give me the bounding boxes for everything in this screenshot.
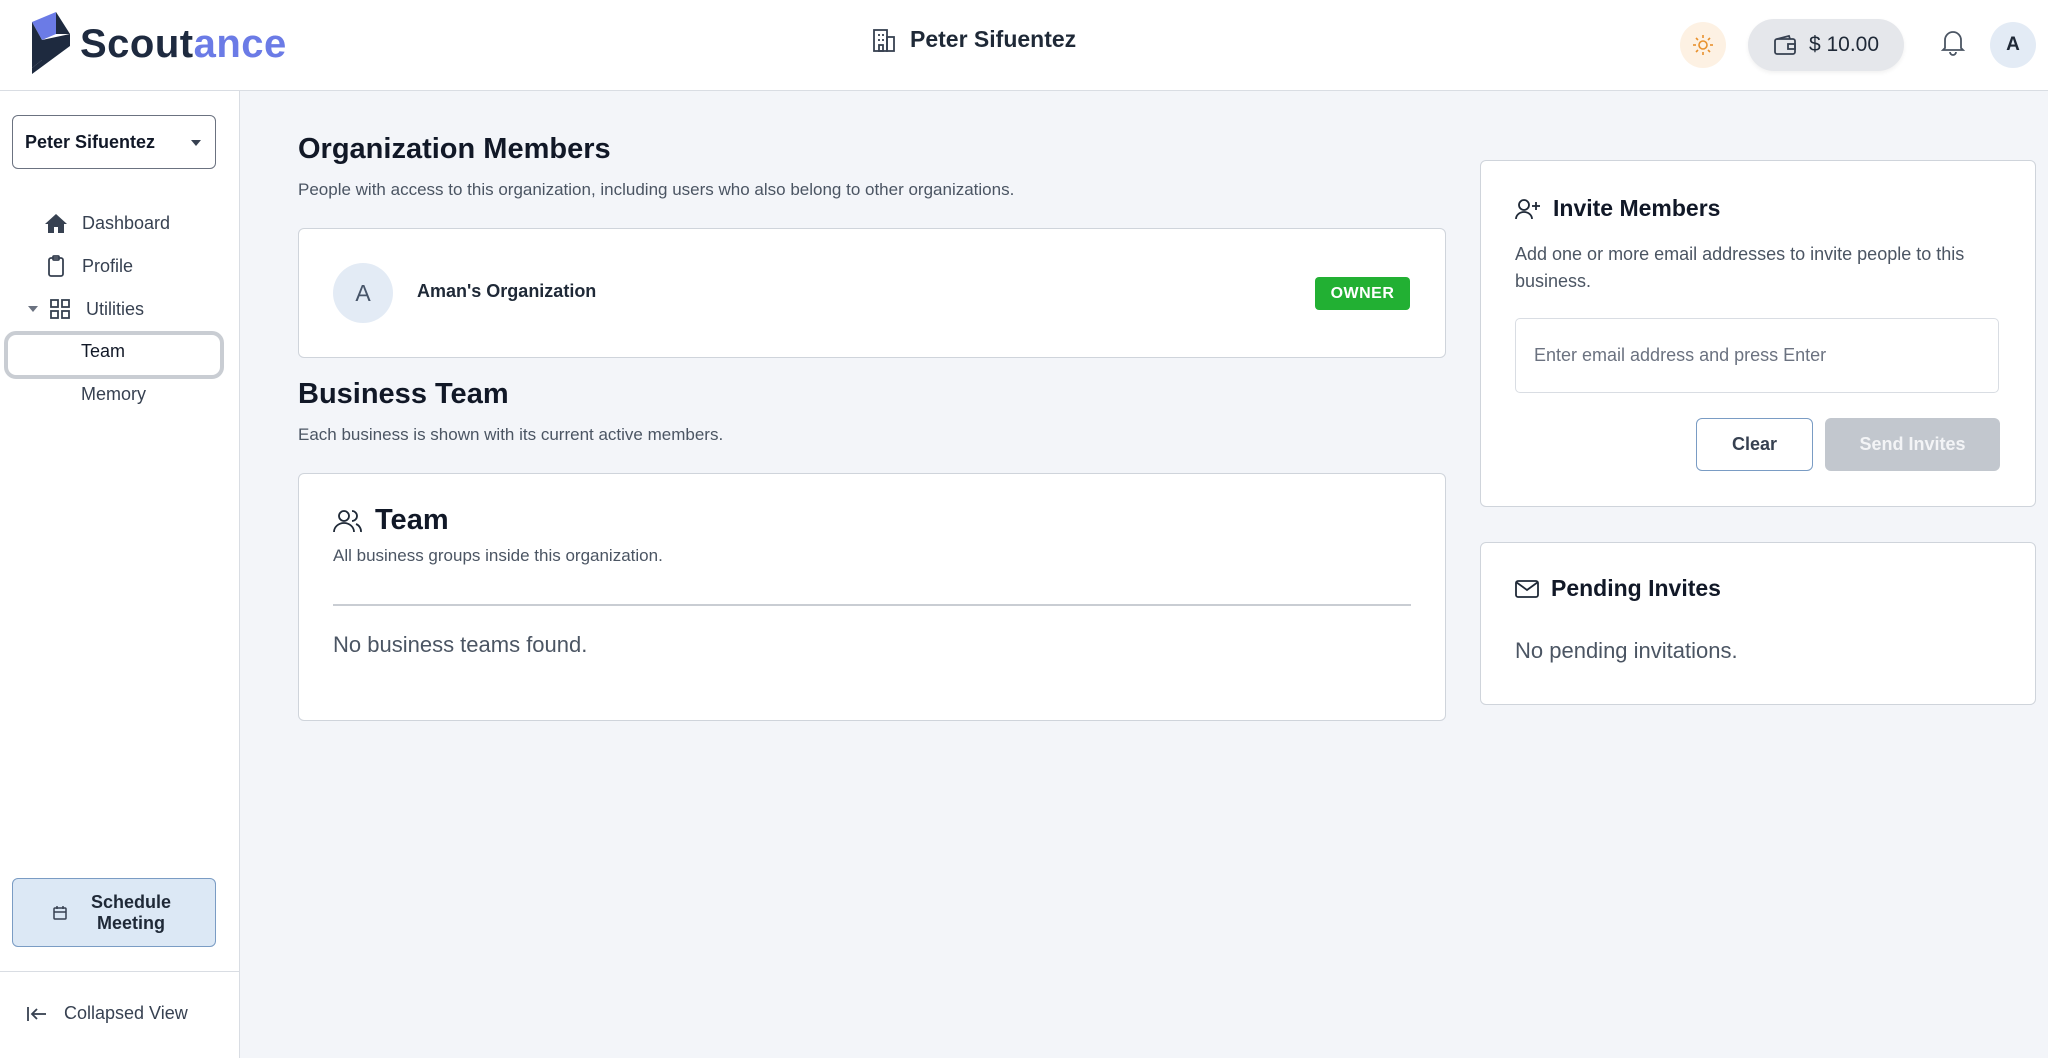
sidebar-item-label: Profile [82,255,134,276]
invite-members-title: Invite Members [1515,195,1720,222]
sun-icon [1693,35,1713,55]
sidebar-item-utilities[interactable]: Utilities [28,297,144,321]
bell-icon [1940,31,1966,56]
sidebar-item-team[interactable]: Team [81,341,125,362]
org-title: Peter Sifuentez [910,26,1077,52]
schedule-meeting-button[interactable]: Schedule Meeting [12,878,216,947]
team-card-title: Team [333,504,449,537]
org-header: Peter Sifuentez [872,26,1076,53]
calendar-icon [53,905,67,920]
users-icon [333,509,362,532]
wallet-balance-button[interactable]: $ 10.00 [1748,19,1904,71]
team-empty-state: No business teams found. [333,632,588,657]
collapsed-view-label: Collapsed View [64,1003,188,1023]
invite-members-card: Invite Members Add one or more email add… [1480,160,2036,507]
team-card: Team All business groups inside this org… [298,473,1446,721]
invite-description: Add one or more email addresses to invit… [1515,244,1965,291]
org-select-value: Peter Sifuentez [25,131,156,152]
team-title-text: Team [375,504,449,536]
org-members-title: Organization Members [298,133,611,165]
collapse-left-icon [27,1006,46,1021]
org-members-subtitle: People with access to this organization,… [298,180,1015,199]
grid-icon [48,297,72,321]
business-team-title: Business Team [298,378,509,410]
sidebar-item-memory[interactable]: Memory [81,384,146,405]
home-icon [44,211,68,235]
sidebar-divider [0,971,240,972]
top-header: Scoutance Peter Sifuentez $ 10.00 A [0,0,2048,91]
org-select-dropdown[interactable]: Peter Sifuentez [12,115,216,169]
role-badge: OWNER [1315,277,1410,310]
pending-invites-title: Pending Invites [1515,575,1721,602]
mail-icon [1515,579,1539,598]
schedule-meeting-label: Schedule Meeting [90,891,172,933]
clear-button[interactable]: Clear [1696,418,1813,471]
caret-down-icon [28,306,38,312]
send-invites-button[interactable]: Send Invites [1825,418,2000,471]
sidebar: Peter Sifuentez Dashboard Profile Utilit… [0,91,240,1058]
user-avatar[interactable]: A [1990,22,2036,68]
sidebar-item-profile[interactable]: Profile [44,254,133,278]
member-name: Aman's Organization [417,281,597,301]
divider [333,604,1411,606]
brand-logo[interactable]: Scoutance [30,12,287,76]
wallet-amount: $ 10.00 [1808,33,1880,56]
team-card-subtitle: All business groups inside this organiza… [333,546,663,565]
sidebar-item-label: Utilities [86,298,145,319]
sidebar-item-dashboard[interactable]: Dashboard [44,211,170,235]
wallet-icon [1774,34,1796,55]
theme-toggle-button[interactable] [1680,22,1726,68]
collapsed-view-button[interactable]: Collapsed View [26,1003,188,1024]
caret-down-icon [191,140,201,146]
brand-name: Scoutance [80,21,287,66]
pending-empty-state: No pending invitations. [1515,638,1738,663]
sidebar-item-label: Memory [81,384,147,404]
pending-title-text: Pending Invites [1551,575,1721,601]
notifications-button[interactable] [1940,28,1966,61]
invite-title-text: Invite Members [1553,195,1721,221]
member-avatar: A [333,263,393,323]
email-input[interactable] [1515,318,1999,393]
member-card: A Aman's Organization OWNER [298,228,1446,358]
building-icon [873,28,895,52]
logo-mark-icon [32,12,70,74]
sidebar-item-label: Team [81,341,126,361]
user-plus-icon [1515,198,1540,219]
clipboard-icon [44,254,68,278]
pending-invites-card: Pending Invites No pending invitations. [1480,542,2036,705]
sidebar-item-label: Dashboard [82,212,171,233]
business-team-subtitle: Each business is shown with its current … [298,425,724,444]
